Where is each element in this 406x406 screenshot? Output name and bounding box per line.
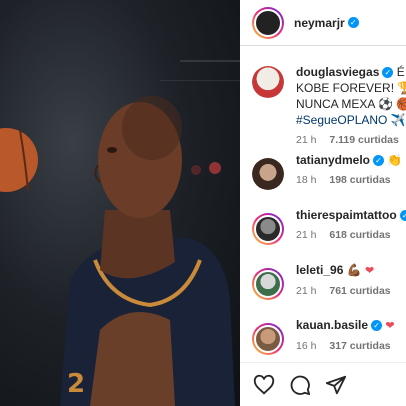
verified-badge-icon: ✓	[371, 320, 383, 332]
verified-badge-icon: ✓	[399, 210, 406, 222]
comment-likes[interactable]: 198 curtidas	[329, 174, 390, 186]
comment-text: KOBE FOREVER! 🏆	[296, 81, 406, 95]
verified-badge-icon: ✓	[382, 67, 394, 79]
comment-likes[interactable]: 7.119 curtidas	[329, 134, 398, 146]
player-illustration: 2	[0, 60, 240, 406]
comment-username[interactable]: douglasviegas	[296, 65, 379, 79]
comment-likes[interactable]: 618 curtidas	[329, 229, 390, 241]
comment-item: tatianydmelo ✓ 👏 18 h 198 curtidas	[240, 152, 406, 207]
comment-text: NUNCA MEXA ⚽ 🏀	[296, 97, 406, 111]
heart-emoji-icon: ❤	[365, 265, 375, 277]
comment-button[interactable]	[288, 373, 312, 397]
commenter-avatar[interactable]	[252, 268, 284, 300]
comment-username[interactable]: leleti_96	[296, 263, 343, 277]
comment-username[interactable]: kauan.basile	[296, 318, 368, 332]
comment-time: 21 h	[296, 134, 317, 146]
heart-emoji-icon: ❤	[385, 320, 395, 332]
comment-time: 18 h	[296, 174, 317, 186]
post-actions	[240, 362, 406, 406]
comment-list: douglasviegas✓ É di KOBE FOREVER! 🏆 NUNC…	[240, 56, 406, 372]
comment-item: leleti_96 💪🏾 ❤ 21 h 761 curtidas	[240, 262, 406, 317]
verified-badge-icon: ✓	[373, 155, 385, 167]
comment-time: 16 h	[296, 340, 317, 352]
post-photo: 2	[0, 0, 240, 406]
hashtag-link[interactable]: #SegueOPLANO ✈️	[296, 112, 406, 128]
comment-time: 21 h	[296, 229, 317, 241]
heart-icon	[253, 374, 275, 394]
like-button[interactable]	[252, 373, 276, 397]
comments-panel: neymarjr ✓ douglasviegas✓ É di KOBE FORE…	[240, 0, 406, 406]
comment-item: douglasviegas✓ É di KOBE FOREVER! 🏆 NUNC…	[240, 56, 406, 152]
paper-plane-icon	[325, 375, 347, 394]
svg-text:2: 2	[67, 369, 85, 399]
verified-badge-icon: ✓	[347, 17, 359, 28]
comment-likes[interactable]: 317 curtidas	[329, 340, 390, 352]
commenter-avatar[interactable]	[252, 213, 284, 245]
commenter-avatar[interactable]	[252, 66, 284, 98]
commenter-avatar[interactable]	[252, 323, 284, 355]
comment-username[interactable]: thierespaimtattoo	[296, 208, 397, 222]
comment-username[interactable]: tatianydmelo	[296, 153, 370, 167]
clap-emoji-icon: 👏	[387, 153, 403, 167]
muscle-emoji-icon: 💪🏾	[346, 263, 362, 277]
comment-item: thierespaimtattoo ✓ 21 h 618 curtidas	[240, 207, 406, 262]
commenter-avatar[interactable]	[252, 158, 284, 190]
comment-text: É di	[396, 65, 406, 79]
comment-icon	[290, 375, 311, 395]
author-avatar[interactable]	[252, 6, 284, 39]
post-header: neymarjr ✓	[240, 0, 406, 46]
share-button[interactable]	[324, 373, 348, 397]
author-username[interactable]: neymarjr	[294, 16, 345, 30]
comment-time: 21 h	[296, 285, 317, 297]
comment-likes[interactable]: 761 curtidas	[329, 285, 390, 297]
